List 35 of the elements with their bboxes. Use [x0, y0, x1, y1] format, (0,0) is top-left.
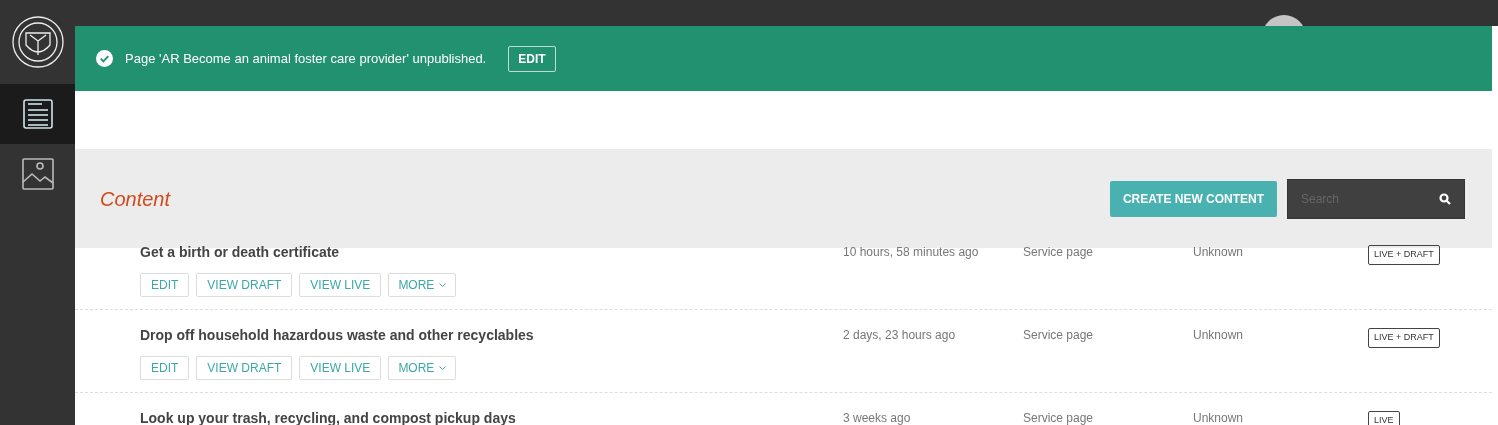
caret-icon: [439, 365, 447, 371]
content-type: Service page: [1023, 244, 1095, 261]
status-tag: LIVE: [1368, 411, 1400, 425]
edit-button[interactable]: EDIT: [508, 45, 556, 72]
content-title[interactable]: Look up your trash, recycling, and compost pickup days: [140, 408, 843, 425]
content-type: Service page: [1023, 327, 1095, 344]
action-button[interactable]: VIEW DRAFT: [196, 356, 293, 380]
more-button[interactable]: MORE: [388, 356, 457, 380]
search-icon[interactable]: [1439, 192, 1451, 205]
updated-time: 2 days, 23 hours ago: [843, 327, 957, 344]
owner: Unknown: [1193, 410, 1245, 425]
document-list-icon: [21, 98, 54, 130]
action-button[interactable]: EDIT: [140, 356, 190, 380]
content-title[interactable]: Drop off household hazardous waste and other recyclables: [140, 325, 843, 346]
action-button[interactable]: EDIT: [140, 273, 190, 297]
more-button[interactable]: MORE: [388, 273, 457, 297]
notification-message: Page 'AR Become an animal foster care provider' unpublished.: [125, 49, 487, 68]
sidebar-item[interactable]: [0, 84, 75, 144]
content-type: Service page: [1023, 410, 1095, 425]
city-seal-logo: [10, 15, 65, 69]
content-title[interactable]: Get a birth or death certificate: [140, 242, 843, 263]
action-button[interactable]: VIEW LIVE: [299, 356, 382, 380]
updated-time: 10 hours, 58 minutes ago: [843, 244, 980, 261]
check-circle-icon: [96, 50, 113, 67]
owner: Unknown: [1193, 244, 1245, 261]
create-content-button[interactable]: CREATE NEW CONTENT: [1110, 180, 1277, 217]
caret-icon: [439, 282, 447, 288]
status-tag: LIVE + DRAFT: [1368, 328, 1440, 348]
action-button[interactable]: VIEW LIVE: [299, 273, 382, 297]
owner: Unknown: [1193, 327, 1245, 344]
updated-time: 3 weeks ago: [843, 410, 912, 425]
action-button[interactable]: VIEW DRAFT: [196, 273, 293, 297]
status-tag: LIVE + DRAFT: [1368, 245, 1440, 265]
page-title: Content: [100, 186, 172, 212]
image-icon: [21, 158, 54, 190]
